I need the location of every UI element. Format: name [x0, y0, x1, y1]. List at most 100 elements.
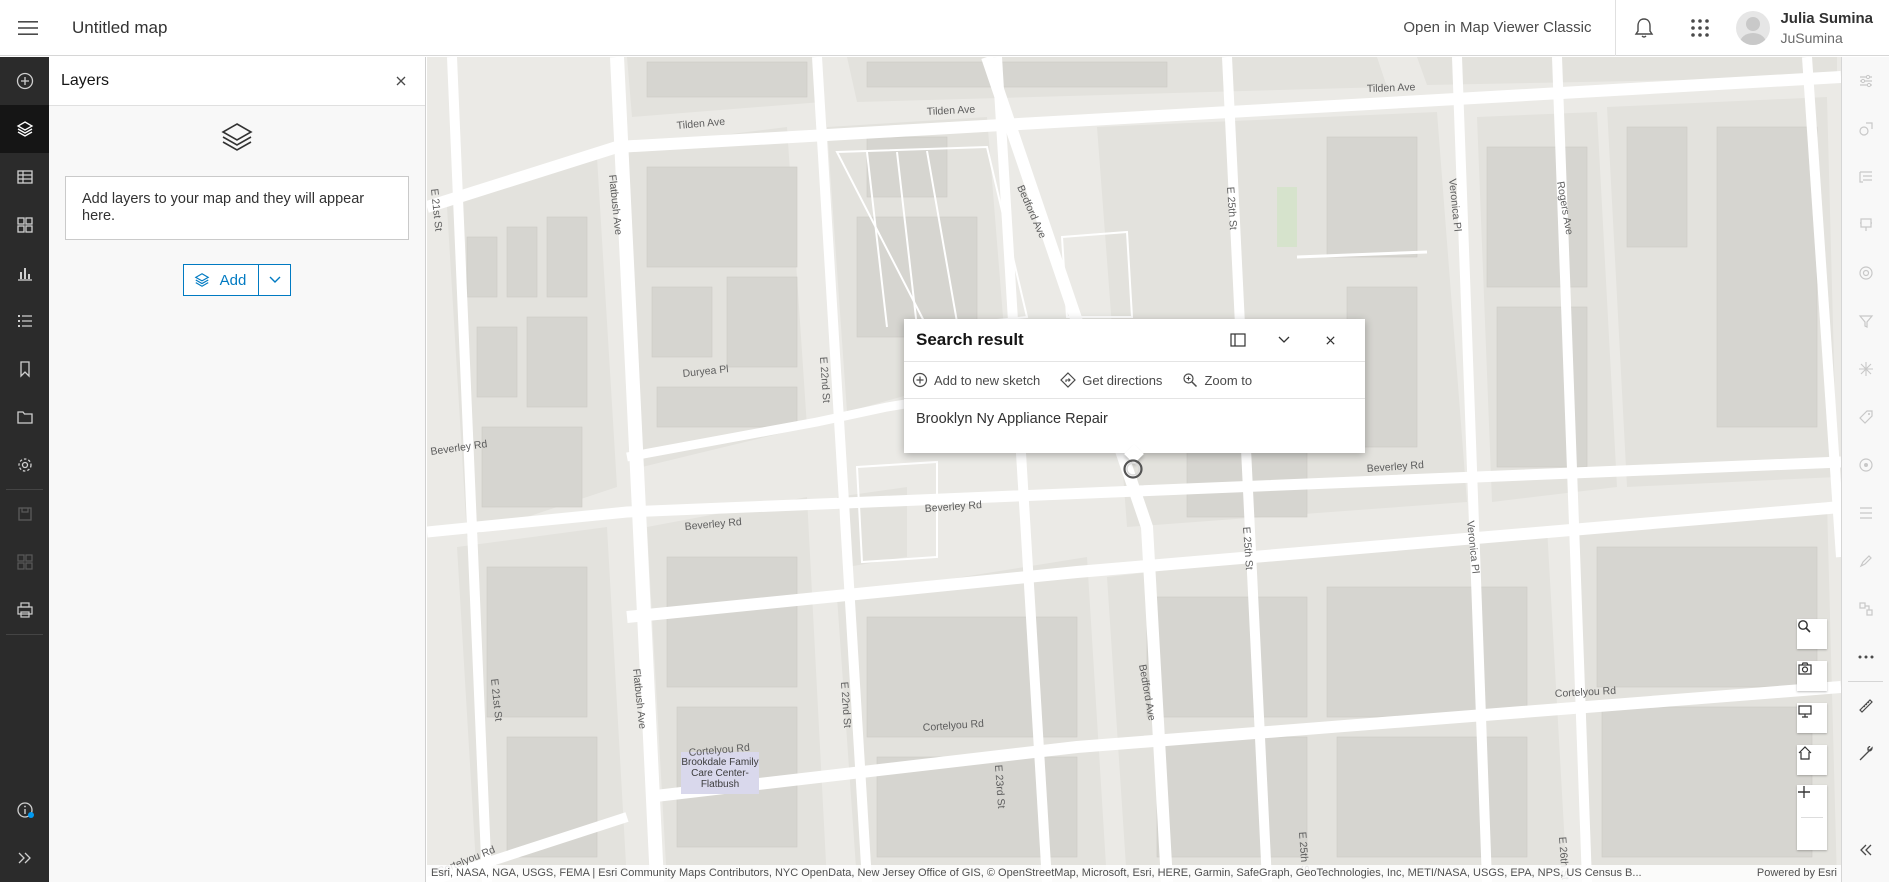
search-result-popup: Search result Add to new sketch Get dire…: [904, 319, 1365, 453]
create-app-icon: [16, 554, 33, 570]
properties-icon: [1860, 74, 1872, 88]
styles-action[interactable]: [1842, 105, 1889, 153]
close-popup-button[interactable]: [1307, 319, 1353, 361]
collapse-popup-button[interactable]: [1261, 319, 1307, 361]
home-button[interactable]: [1797, 745, 1827, 775]
search-result-marker[interactable]: [1122, 458, 1144, 480]
folder-icon: [16, 411, 33, 424]
screenshot-icon: [1798, 662, 1812, 675]
app-launcher-button[interactable]: [1672, 0, 1728, 56]
basemap-action[interactable]: [0, 201, 49, 249]
empty-layers-notice: Add layers to your map and they will app…: [65, 176, 409, 240]
tables-action[interactable]: [0, 153, 49, 201]
panel-title: Layers: [61, 72, 110, 89]
add-to-sketch-label: Add to new sketch: [934, 372, 1041, 388]
create-app-action[interactable]: [0, 538, 49, 586]
forms-action[interactable]: [1842, 489, 1889, 537]
properties-action[interactable]: [0, 393, 49, 441]
effects-action[interactable]: [1842, 345, 1889, 393]
add-icon: [16, 72, 33, 90]
filter-action[interactable]: [1842, 297, 1889, 345]
avatar: [1736, 11, 1771, 45]
settings-action[interactable]: [0, 441, 49, 489]
add-action[interactable]: [0, 57, 49, 105]
zoom-to-icon: [1183, 373, 1198, 388]
left-action-bar: [0, 57, 49, 882]
properties-action[interactable]: [1842, 57, 1889, 105]
popup-content: Brooklyn Ny Appliance Repair: [904, 399, 1365, 439]
configure-action[interactable]: [1842, 441, 1889, 489]
edit-action[interactable]: [1842, 585, 1889, 633]
cluster-icon: [1859, 266, 1873, 280]
add-circle-icon: [912, 372, 928, 388]
attribution-bar: Esri, NASA, NGA, USGS, FEMA | Esri Commu…: [427, 865, 1841, 882]
layers-icon: [221, 123, 253, 151]
measure-action[interactable]: [1842, 682, 1889, 730]
bookmarks-icon: [19, 361, 30, 378]
zoom-out-button[interactable]: [1797, 791, 1827, 850]
notifications-button[interactable]: [1616, 0, 1672, 56]
screenshot-button[interactable]: [1797, 661, 1827, 691]
user-menu[interactable]: Julia Sumina JuSumina: [1728, 10, 1889, 46]
collapse-icon: [1860, 844, 1872, 856]
search-widget-button[interactable]: [1797, 619, 1827, 649]
information-icon: [16, 802, 34, 818]
add-dropdown-button[interactable]: [259, 264, 292, 296]
chevron-down-icon: [269, 276, 281, 283]
gear-icon: [17, 458, 32, 472]
add-to-sketch-action[interactable]: Add to new sketch: [912, 372, 1040, 388]
location-marker-icon: [1123, 459, 1143, 479]
styles-icon: [1859, 122, 1873, 136]
home-icon: [1798, 746, 1812, 760]
dock-icon: [1230, 333, 1246, 347]
charts-action[interactable]: [0, 249, 49, 297]
add-layer-button[interactable]: Add: [182, 264, 260, 296]
legend-action[interactable]: [0, 297, 49, 345]
configure-icon: [1859, 458, 1873, 472]
fields-action[interactable]: [1842, 153, 1889, 201]
tools-icon: [1859, 746, 1873, 761]
close-panel-button[interactable]: [389, 69, 413, 93]
sketch-action[interactable]: [1842, 537, 1889, 585]
zoom-to-action[interactable]: Zoom to: [1182, 372, 1252, 388]
user-name: Julia Sumina: [1780, 10, 1873, 27]
expand-action[interactable]: [0, 834, 49, 882]
expand-icon: [18, 852, 31, 864]
information-action[interactable]: [0, 786, 49, 834]
get-directions-action[interactable]: Get directions: [1060, 372, 1162, 388]
app-header: Untitled map Open in Map Viewer Classic …: [0, 0, 1889, 56]
directions-icon: [1060, 372, 1077, 388]
charts-icon: [17, 268, 32, 281]
more-action[interactable]: [1842, 633, 1889, 681]
basemap-icon: [16, 217, 33, 233]
bookmarks-action[interactable]: [0, 345, 49, 393]
street-label: Tilden Ave: [927, 103, 976, 118]
open-classic-link[interactable]: Open in Map Viewer Classic: [1379, 0, 1617, 56]
zoom-to-label: Zoom to: [1204, 372, 1253, 388]
labels-action[interactable]: [1842, 393, 1889, 441]
measure-icon: [1859, 699, 1873, 713]
layers-icon: [16, 121, 33, 137]
layers-panel: Layers Add layers to your map and they w…: [49, 57, 426, 882]
display-icon: [1798, 705, 1812, 718]
save-action[interactable]: [0, 490, 49, 538]
chevron-down-icon: [1278, 336, 1290, 343]
tables-icon: [16, 170, 33, 184]
tools-action[interactable]: [1842, 730, 1889, 778]
display-button[interactable]: [1797, 703, 1827, 733]
dock-popup-button[interactable]: [1215, 319, 1261, 361]
collapse-action[interactable]: [1842, 826, 1889, 874]
save-icon: [17, 507, 32, 521]
add-label: Add: [219, 271, 247, 289]
popups-action[interactable]: [1842, 201, 1889, 249]
edit-icon: [1859, 602, 1873, 616]
print-action[interactable]: [0, 586, 49, 634]
menu-button[interactable]: [0, 0, 56, 56]
attribution-text[interactable]: Esri, NASA, NGA, USGS, FEMA | Esri Commu…: [431, 865, 1642, 882]
street-label: Tilden Ave: [1367, 81, 1416, 95]
powered-by[interactable]: Powered by Esri: [1757, 865, 1837, 882]
map-title[interactable]: Untitled map: [72, 18, 167, 38]
cluster-action[interactable]: [1842, 249, 1889, 297]
user-id: JuSumina: [1780, 30, 1843, 46]
layers-action[interactable]: [0, 105, 49, 153]
